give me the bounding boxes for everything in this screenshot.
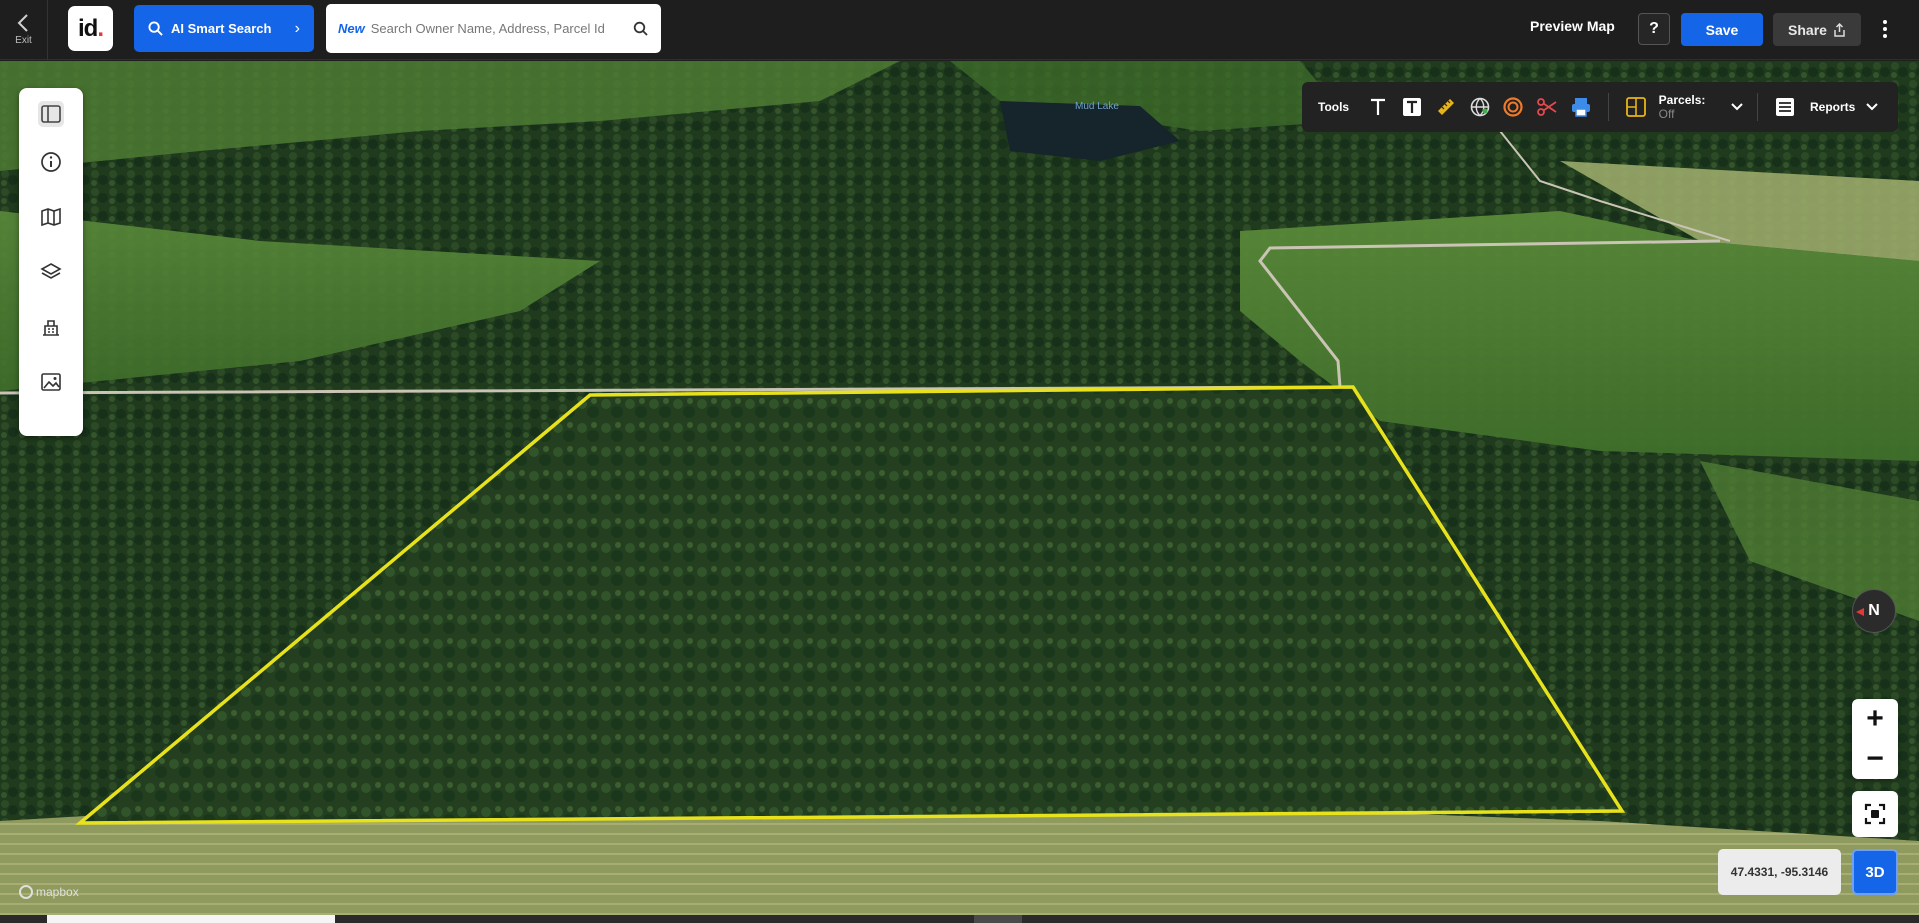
parcels-toggle[interactable] [1619, 89, 1653, 125]
print-icon [1571, 98, 1590, 117]
buildings-icon [43, 319, 59, 336]
tools-bar: Tools Parcels: Off Reports [1302, 82, 1898, 132]
measure-tool[interactable] [1429, 89, 1463, 125]
help-button[interactable]: ? [1638, 13, 1670, 45]
logo-dot: . [97, 14, 104, 42]
tools-divider [1757, 93, 1759, 121]
logo[interactable]: id. [68, 6, 113, 51]
radius-icon [1503, 97, 1523, 117]
more-menu-icon[interactable] [1876, 16, 1894, 42]
split-tool[interactable] [1530, 89, 1564, 125]
text-box-tool[interactable] [1395, 89, 1429, 125]
print-tool[interactable] [1564, 89, 1598, 125]
parcels-state: Off [1658, 107, 1675, 121]
exit-button[interactable]: Exit [0, 0, 48, 60]
text-tool[interactable] [1361, 89, 1395, 125]
globe-tool[interactable] [1463, 89, 1497, 125]
coordinates-readout: 47.4331, -95.3146 [1718, 849, 1841, 895]
layers-icon [40, 262, 62, 279]
chevron-right-icon: › [294, 19, 300, 37]
info-button[interactable] [19, 134, 83, 189]
parcels-text: Parcels: [1658, 93, 1706, 107]
aerial-imagery: Mud Lake [0, 61, 1919, 923]
zoom-controls: + − [1852, 699, 1898, 779]
tools-divider [1607, 93, 1609, 121]
info-icon [41, 151, 61, 172]
radius-tool[interactable] [1496, 89, 1530, 125]
mapbox-attribution[interactable]: mapbox [19, 885, 79, 899]
map-scalebar [0, 915, 1919, 923]
focus-frame-icon [1864, 803, 1886, 825]
compass-needle-icon [1856, 608, 1864, 616]
lake-label: Mud Lake [1075, 101, 1119, 112]
sidebar-toggle-button[interactable] [19, 94, 83, 134]
reports-label: Reports [1809, 100, 1856, 114]
map-button[interactable] [19, 189, 83, 244]
scissors-icon [1537, 98, 1557, 116]
share-button[interactable]: Share [1773, 13, 1861, 46]
share-icon [1834, 22, 1845, 37]
tools-label: Tools [1318, 100, 1350, 114]
text-box-icon [1402, 98, 1421, 116]
save-button[interactable]: Save [1681, 13, 1763, 46]
compass-button[interactable]: N [1852, 589, 1896, 633]
parcels-label: Parcels: Off [1659, 93, 1721, 121]
buildings-button[interactable] [19, 299, 83, 354]
zoom-out-button[interactable]: − [1852, 739, 1898, 779]
search-icon[interactable] [633, 21, 649, 37]
parcels-dropdown[interactable] [1727, 96, 1748, 118]
mapbox-logo-icon [19, 885, 33, 899]
new-tag: New [338, 21, 365, 36]
map-canvas[interactable]: Mud Lake [0, 61, 1919, 923]
ai-smart-search-button[interactable]: AI Smart Search › [134, 5, 314, 52]
map-icon [41, 207, 61, 226]
scrollbar-thumb[interactable] [974, 915, 1022, 923]
logo-text: id [78, 14, 98, 42]
share-label: Share [1788, 21, 1827, 38]
left-panel [19, 88, 83, 436]
3d-toggle-button[interactable]: 3D [1852, 849, 1898, 895]
preview-map-button[interactable]: Preview Map [1530, 18, 1615, 34]
reports-icon [1776, 98, 1795, 116]
search-icon [148, 21, 163, 36]
chevron-left-icon [17, 14, 28, 32]
search-box[interactable]: New [326, 4, 661, 53]
compass-label: N [1868, 602, 1880, 619]
top-bar: Exit id. AI Smart Search › New Preview M… [0, 0, 1919, 60]
ai-smart-search-label: AI Smart Search [171, 21, 272, 36]
zoom-in-button[interactable]: + [1852, 699, 1898, 739]
imagery-button[interactable] [19, 354, 83, 409]
reports-dropdown[interactable] [1861, 96, 1882, 118]
mapbox-label: mapbox [36, 885, 79, 899]
image-icon [41, 372, 61, 391]
sidebar-toggle-icon [41, 105, 61, 123]
parcels-icon [1625, 97, 1646, 117]
reports-button[interactable] [1768, 89, 1802, 125]
search-input[interactable] [370, 21, 627, 36]
globe-icon [1470, 97, 1489, 117]
ruler-icon [1437, 99, 1454, 115]
chevron-down-icon [1865, 103, 1878, 111]
scalebar-fill [47, 915, 335, 923]
fit-bounds-button[interactable] [1852, 791, 1898, 837]
chevron-down-icon [1731, 103, 1743, 111]
exit-label: Exit [15, 35, 32, 46]
layers-button[interactable] [19, 244, 83, 299]
text-icon [1371, 98, 1386, 115]
